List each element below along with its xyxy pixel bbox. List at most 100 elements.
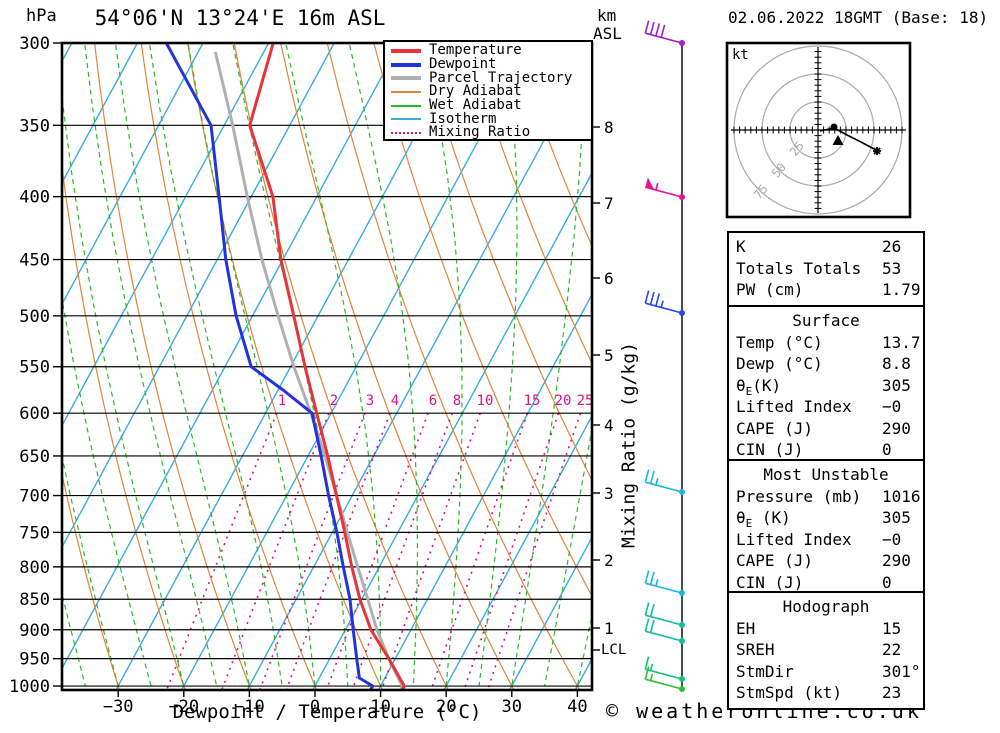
table-row: Lifted Index −0 xyxy=(736,529,923,551)
pressure-tick-label: 350 xyxy=(19,116,50,136)
wind-barb xyxy=(644,570,685,596)
legend-line-sample xyxy=(391,62,421,67)
legend-box: Temperature Dewpoint Parcel Trajectory Dry … xyxy=(383,40,593,141)
table-row-value: 23 xyxy=(882,683,902,702)
pressure-tick-label: 550 xyxy=(19,358,50,378)
wind-barb-full xyxy=(649,571,655,585)
table-row-value: 0 xyxy=(882,440,892,459)
hodograph-star-marker xyxy=(873,147,881,155)
table-row-value: 8.8 xyxy=(882,354,911,373)
wind-barb-full xyxy=(649,603,655,617)
mixing-ratio-label: 1 xyxy=(278,393,286,409)
wind-barb xyxy=(644,290,685,316)
most-unstable-table: Most Unstable Pressure (mb) 1016 θE (K) 305 L… xyxy=(727,459,925,599)
legend-line-sample xyxy=(391,90,421,93)
pressure-tick-label: 900 xyxy=(19,621,50,641)
table-row: θE (K) 305 xyxy=(736,507,923,531)
mixing-ratio-label: 6 xyxy=(429,393,437,409)
wind-barb-full xyxy=(644,469,650,483)
km-tick-label: 6 xyxy=(604,269,614,288)
wind-barb-full xyxy=(649,619,655,633)
table-row-value: 22 xyxy=(882,640,902,659)
table-row: CAPE (J) 290 xyxy=(736,418,923,440)
wet-adiabat-line xyxy=(115,45,250,687)
wind-barb-full xyxy=(644,618,650,632)
table-row-label: CIN (J) xyxy=(736,440,804,459)
wet-adiabat-line xyxy=(424,44,463,687)
wind-barb-full xyxy=(644,290,650,304)
wind-barb xyxy=(644,602,685,628)
pressure-tick-label: 600 xyxy=(19,404,50,424)
table-row: StmDir 301° xyxy=(736,661,923,683)
hodograph-dot-marker xyxy=(830,123,838,131)
indices-table: K 26 Totals Totals 53 PW (cm) 1.79 xyxy=(727,231,925,307)
pressure-tick-label: 450 xyxy=(19,251,50,271)
pressure-tick-label: 700 xyxy=(19,487,50,507)
temperature-curve xyxy=(248,43,406,690)
table-row-label: EH xyxy=(736,618,756,638)
wind-barb-half xyxy=(655,478,659,486)
km-tick-label: 5 xyxy=(604,346,614,365)
table-row-value: −0 xyxy=(882,529,902,549)
table-row-label: CIN (J) xyxy=(736,572,804,592)
pressure-tick-label: 750 xyxy=(19,523,50,543)
table-row-value: 1016 xyxy=(882,486,921,506)
wind-barb-half xyxy=(649,663,654,671)
skewt-sounding-page: { "header": { "pressure_unit": "hPa", "t… xyxy=(0,0,1000,733)
surface-table: Surface Temp (°C) 13.7 Dewp (°C) 8.8 θE(K) 305… xyxy=(727,305,925,467)
hodograph: 255075 xyxy=(725,41,912,219)
mixing-ratio-label: 20 xyxy=(555,393,572,409)
legend-line-sample xyxy=(391,118,421,121)
legend-item-label: Mixing Ratio xyxy=(429,124,531,141)
table-row-label: Lifted Index xyxy=(736,529,852,549)
mixing-ratio-line xyxy=(463,412,560,690)
mixing-ratio-label: 10 xyxy=(477,393,494,409)
table-title: Surface xyxy=(792,311,860,330)
table-row: CIN (J) 0 xyxy=(736,572,923,594)
mixing-ratio-line xyxy=(430,412,529,690)
table-row: CAPE (J) 290 xyxy=(736,550,923,572)
wind-barb-full xyxy=(644,570,650,584)
km-tick-label: 7 xyxy=(604,194,614,213)
mixing-ratio-label: 2 xyxy=(330,393,338,409)
pressure-axis-unit: hPa xyxy=(26,6,57,26)
table-row-label: θE (K) xyxy=(736,508,791,531)
table-row: PW (cm) 1.79 xyxy=(736,279,923,301)
km-tick-label: 1 xyxy=(604,619,614,638)
dry-adiabat-line xyxy=(62,163,186,690)
wind-barb-half xyxy=(655,579,659,587)
pressure-tick-label: 1000 xyxy=(9,677,50,697)
km-tick-label: 3 xyxy=(604,484,614,503)
table-row-value: 305 xyxy=(882,375,911,395)
table-row-label: Pressure (mb) xyxy=(736,486,862,506)
pressure-tick-label: 850 xyxy=(19,590,50,610)
mixing-ratio-label: 8 xyxy=(453,393,461,409)
sounding-curves xyxy=(164,43,406,690)
table-row: StmSpd (kt) 23 xyxy=(736,682,923,704)
lcl-label: LCL xyxy=(601,642,627,658)
wet-adiabat-line xyxy=(0,45,20,686)
table-row: K 26 xyxy=(736,236,923,258)
table-title: Most Unstable xyxy=(763,465,889,484)
mixing-ratio-line xyxy=(258,412,366,690)
mixing-ratio-line xyxy=(220,412,330,690)
mixing-ratio-line xyxy=(351,412,453,690)
table-row-value: 1.79 xyxy=(882,280,921,299)
wind-barb-full xyxy=(649,21,655,35)
mixing-ratio-label: 15 xyxy=(524,393,541,409)
table-row-value: 305 xyxy=(882,508,911,527)
table-row: Totals Totals 53 xyxy=(736,258,923,280)
table-row-value: 0 xyxy=(882,572,892,592)
legend-item: Mixing Ratio xyxy=(391,124,591,141)
table-row-label: Totals Totals xyxy=(736,258,862,278)
mixing-ratio-label: 4 xyxy=(391,393,399,409)
table-row-label: SREH xyxy=(736,640,775,659)
wind-barb-full xyxy=(649,470,655,484)
table-row-value: 290 xyxy=(882,418,911,438)
table-row-value: 13.7 xyxy=(882,332,921,352)
legend-line-sample xyxy=(391,104,421,107)
mixing-ratio-axis-title: Mixing Ratio (g/kg) xyxy=(618,342,640,548)
hodograph-unit-label: kt xyxy=(732,47,749,63)
pressure-tick-label: 800 xyxy=(19,558,50,578)
table-row-label: PW (cm) xyxy=(736,280,804,299)
